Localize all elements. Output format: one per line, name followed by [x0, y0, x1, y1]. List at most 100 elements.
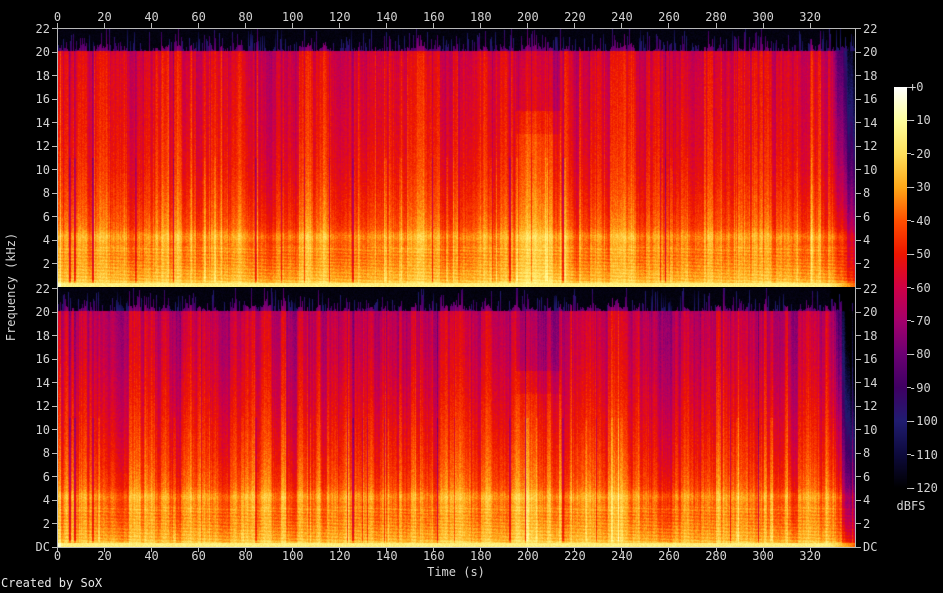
frequency-tick-label: 8 [863, 446, 871, 461]
frequency-tick-label: 18 [863, 328, 878, 343]
time-tick-label: 100 [281, 549, 304, 563]
frequency-tick [856, 358, 861, 360]
frequency-tick [52, 98, 57, 100]
frequency-tick-label: 12 [863, 399, 878, 414]
frequency-tick [52, 75, 57, 77]
spectrogram-channel-2 [57, 288, 855, 547]
frequency-tick [52, 358, 57, 360]
plot-frame-left [57, 28, 58, 548]
frequency-tick-label: 22 [863, 281, 878, 296]
level-tick-label: -100 [909, 414, 938, 429]
time-tick-label: 60 [191, 10, 206, 24]
level-tick-label: -80 [909, 347, 931, 362]
level-tick-label: -120 [909, 481, 938, 496]
frequency-tick-label: 2 [863, 516, 871, 531]
time-tick-label: 320 [799, 10, 821, 24]
frequency-tick [856, 169, 861, 171]
frequency-tick [856, 288, 861, 290]
frequency-tick-label: 6 [42, 469, 50, 484]
frequency-tick [52, 405, 57, 407]
time-tick-label: 140 [375, 549, 398, 563]
frequency-tick [856, 546, 861, 548]
frequency-tick [856, 239, 861, 241]
frequency-tick-label: 6 [42, 209, 50, 224]
frequency-tick [52, 429, 57, 431]
frequency-tick [52, 476, 57, 478]
frequency-tick-label: 14 [863, 375, 878, 390]
time-tick-label: 240 [611, 10, 633, 24]
time-tick-label: 20 [97, 10, 112, 24]
time-tick-label: 260 [658, 10, 680, 24]
frequency-axis-title: Frequency (kHz) [4, 232, 18, 342]
time-tick-label: 160 [422, 10, 445, 24]
time-tick-label: 260 [658, 549, 680, 563]
level-tick-label: -30 [909, 180, 931, 195]
frequency-tick-label: 16 [35, 92, 50, 107]
frequency-tick [52, 311, 57, 313]
frequency-tick [856, 476, 861, 478]
sox-spectrogram-figure: 0 0 20 20 40 40 60 60 80 80 100 100 120 120 140 140 160 1… [0, 0, 943, 593]
frequency-tick-label: 8 [42, 186, 50, 201]
frequency-tick-label: 2 [42, 516, 50, 531]
time-tick-label: 240 [611, 549, 633, 563]
frequency-tick [52, 145, 57, 147]
frequency-tick [856, 122, 861, 124]
frequency-tick [856, 98, 861, 100]
level-tick-label: -50 [909, 247, 931, 262]
frequency-tick [856, 335, 861, 337]
time-tick-label: 180 [469, 10, 492, 24]
frequency-tick-label: 22 [863, 21, 878, 36]
frequency-tick-label: 14 [35, 115, 50, 130]
level-tick-label: -60 [909, 280, 931, 295]
frequency-tick [52, 263, 57, 264]
time-tick-label: 220 [564, 10, 586, 24]
frequency-tick-label: 10 [863, 162, 878, 177]
frequency-tick [856, 192, 861, 194]
frequency-tick [856, 75, 861, 77]
frequency-tick-label: 20 [863, 45, 878, 60]
frequency-tick [856, 429, 861, 431]
frequency-tick-label: 12 [35, 399, 50, 414]
frequency-tick-label: 4 [863, 233, 871, 248]
time-tick-label: 200 [517, 549, 539, 563]
frequency-tick-label: 20 [863, 305, 878, 320]
frequency-tick [856, 523, 861, 524]
time-tick-label: 280 [705, 10, 727, 24]
time-tick-label: 60 [191, 549, 206, 563]
frequency-tick [856, 311, 861, 313]
frequency-tick-label: 16 [863, 352, 878, 367]
frequency-tick [52, 546, 57, 548]
colorbar [894, 87, 907, 488]
frequency-tick-label: 10 [863, 422, 878, 437]
frequency-tick-label: 18 [35, 68, 50, 83]
frequency-tick-label: 10 [35, 162, 50, 177]
frequency-tick-label: 2 [863, 256, 871, 271]
level-tick-label: -70 [909, 313, 931, 328]
frequency-tick-label: 18 [863, 68, 878, 83]
frequency-tick-label: 22 [35, 21, 50, 36]
frequency-tick [52, 523, 57, 524]
level-tick-label: -110 [909, 447, 938, 462]
time-tick-label: 80 [238, 549, 253, 563]
frequency-tick [52, 28, 57, 30]
frequency-tick [52, 382, 57, 384]
time-tick-label: 180 [469, 549, 492, 563]
frequency-tick [52, 192, 57, 194]
frequency-tick-label: 10 [35, 422, 50, 437]
plot-frame-bottom [57, 547, 856, 548]
time-tick-label: 40 [144, 10, 159, 24]
frequency-tick [856, 452, 861, 454]
frequency-tick-label: 6 [863, 209, 871, 224]
frequency-tick-label: 12 [35, 139, 50, 154]
frequency-tick-label: DC [863, 540, 878, 554]
frequency-tick-label: 16 [863, 92, 878, 107]
time-axis-title: Time (s) [427, 565, 485, 579]
frequency-tick-label: 8 [42, 446, 50, 461]
frequency-tick-label: 20 [35, 45, 50, 60]
frequency-tick [52, 288, 57, 290]
frequency-tick [52, 51, 57, 53]
colorbar-unit-label: dBFS [896, 499, 926, 513]
level-tick-label: +0 [909, 80, 924, 94]
time-tick-label: 220 [564, 549, 586, 563]
time-tick-label: 200 [517, 10, 539, 24]
